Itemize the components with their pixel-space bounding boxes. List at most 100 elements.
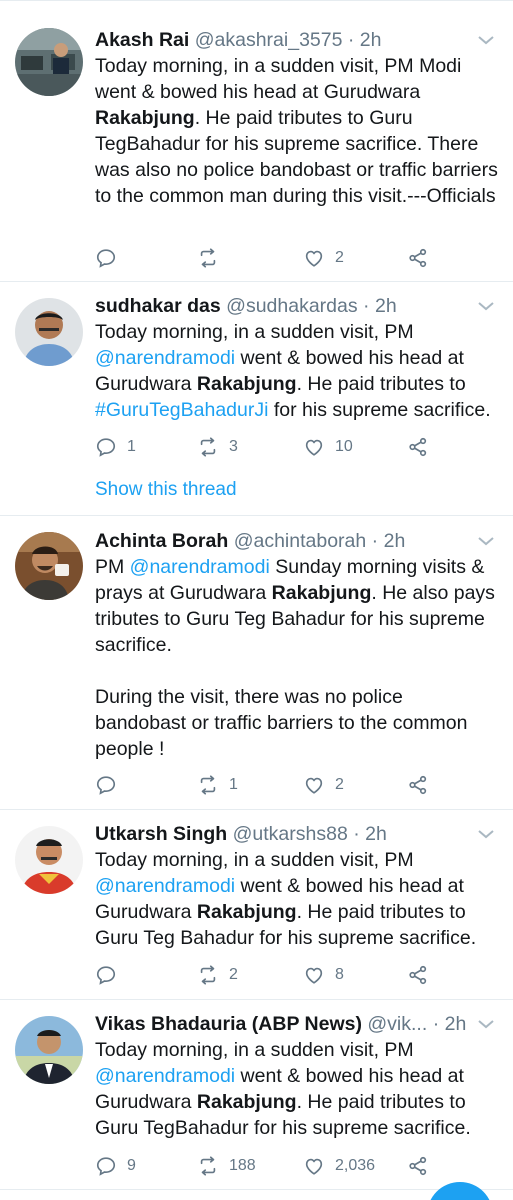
retweet-button[interactable]: [197, 246, 229, 270]
like-count: 2: [335, 249, 344, 266]
tweet-text: Today morning, in a sudden visit, PM @na…: [95, 847, 499, 951]
text-segment: Today morning, in a sudden visit, PM: [95, 321, 414, 343]
reply-icon: [96, 438, 116, 457]
author-name[interactable]: Utkarsh Singh: [95, 823, 227, 845]
show-thread-link[interactable]: Show this thread: [95, 478, 237, 502]
reply-button[interactable]: 9: [95, 1154, 136, 1178]
retweet-button[interactable]: 1: [197, 773, 238, 797]
reply-button[interactable]: [95, 963, 127, 987]
share-icon: [409, 1156, 427, 1176]
tweet-text: Today morning, in a sudden visit, PM @na…: [95, 1037, 499, 1141]
heart-icon: [305, 967, 323, 984]
author-name[interactable]: sudhakar das: [95, 295, 221, 317]
author-handle[interactable]: @akashrai_3575: [195, 29, 343, 51]
retweet-count: 1: [229, 776, 238, 793]
author-handle[interactable]: @achintaborah: [234, 530, 367, 552]
reply-icon: [96, 966, 116, 985]
tweet-actions: 1 3 10: [95, 435, 495, 459]
timestamp[interactable]: 2h: [375, 295, 397, 317]
timestamp[interactable]: 2h: [445, 1013, 467, 1035]
share-button[interactable]: [407, 435, 429, 459]
tweet-text: PM @narendramodi Sunday morning visits &…: [95, 554, 499, 762]
timestamp[interactable]: 2h: [384, 530, 406, 552]
chevron-down-icon[interactable]: [477, 300, 495, 312]
tweet-header: Akash Rai @akashrai_3575 · 2h: [95, 27, 473, 53]
tweet-text: Today morning, in a sudden visit, PM @na…: [95, 319, 499, 423]
author-handle[interactable]: @sudhakardas: [226, 295, 357, 317]
mention-link[interactable]: @narendramodi: [95, 347, 235, 369]
reply-button[interactable]: [95, 246, 127, 270]
author-name[interactable]: Achinta Borah: [95, 530, 228, 552]
heart-icon: [305, 439, 323, 456]
chevron-down-icon[interactable]: [477, 828, 495, 840]
tweet[interactable]: sudhakar das @sudhakardas · 2h Today mor…: [0, 282, 513, 516]
chevron-down-icon[interactable]: [477, 1018, 495, 1030]
reply-button[interactable]: [95, 773, 127, 797]
author-handle[interactable]: @vik...: [367, 1013, 427, 1035]
mention-link[interactable]: @narendramodi: [95, 1065, 235, 1087]
tweet[interactable]: Utkarsh Singh @utkarshs88 · 2h Today mor…: [0, 810, 513, 1000]
like-count: 10: [335, 438, 353, 455]
retweet-count: 188: [229, 1157, 256, 1174]
tweet-paragraph: Today morning, in a sudden visit, PM @na…: [95, 847, 499, 951]
author-name[interactable]: Akash Rai: [95, 29, 189, 51]
tweet-actions: 1 2: [95, 773, 495, 797]
avatar[interactable]: [15, 28, 83, 96]
share-icon: [409, 965, 427, 985]
tweet[interactable]: Achinta Borah @achintaborah · 2h PM @nar…: [0, 516, 513, 810]
chevron-down-icon[interactable]: [477, 34, 495, 46]
tweet-header: Vikas Bhadauria (ABP News) @vik... · 2h: [95, 1011, 473, 1037]
separator-dot: ·: [366, 530, 384, 552]
share-button[interactable]: [407, 963, 429, 987]
tweet-paragraph: Today morning, in a sudden visit, PM @na…: [95, 319, 499, 423]
tweet-paragraph: Today morning, in a sudden visit, PM Mod…: [95, 53, 499, 209]
text-segment: Today morning, in a sudden visit, PM: [95, 849, 414, 871]
tweet-paragraph: During the visit, there was no police ba…: [95, 684, 499, 762]
bold-keyword: Rakabjung: [95, 107, 195, 129]
like-button[interactable]: 10: [303, 435, 353, 459]
chevron-down-icon[interactable]: [477, 535, 495, 547]
avatar[interactable]: [15, 298, 83, 366]
bold-keyword: Rakabjung: [196, 373, 297, 395]
tweet[interactable]: Akash Rai @akashrai_3575 · 2h Today morn…: [0, 14, 513, 282]
reply-button[interactable]: 1: [95, 435, 136, 459]
avatar[interactable]: [15, 532, 83, 600]
reply-icon: [96, 776, 116, 795]
retweet-icon: [200, 1156, 216, 1176]
text-segment: During the visit, there was no police ba…: [95, 686, 468, 760]
separator-dot: ·: [342, 29, 360, 51]
like-button[interactable]: 2: [303, 773, 344, 797]
retweet-button[interactable]: 2: [197, 963, 238, 987]
tweet[interactable]: Vikas Bhadauria (ABP News) @vik... · 2h …: [0, 1000, 513, 1190]
like-button[interactable]: 8: [303, 963, 344, 987]
hashtag-link[interactable]: #GuruTegBahadurJi: [95, 399, 268, 421]
avatar[interactable]: [15, 1016, 83, 1084]
like-button[interactable]: 2: [303, 246, 344, 270]
retweet-icon: [200, 248, 216, 268]
share-button[interactable]: [407, 773, 429, 797]
reply-icon: [96, 249, 116, 268]
tweet-actions: 2: [95, 246, 495, 270]
bold-keyword: Rakabjung: [271, 582, 372, 604]
heart-icon: [305, 777, 323, 794]
like-button[interactable]: 2,036: [303, 1154, 375, 1178]
share-button[interactable]: [407, 246, 429, 270]
share-button[interactable]: [407, 1154, 429, 1178]
author-handle[interactable]: @utkarshs88: [233, 823, 348, 845]
tweet-paragraph: Today morning, in a sudden visit, PM @na…: [95, 1037, 499, 1141]
timestamp[interactable]: 2h: [360, 29, 382, 51]
timestamp[interactable]: 2h: [365, 823, 387, 845]
text-segment: Today morning, in a sudden visit, PM Mod…: [95, 55, 462, 103]
avatar[interactable]: [15, 826, 83, 894]
bold-keyword: Rakabjung: [196, 901, 297, 923]
bold-keyword: Rakabjung: [196, 1091, 297, 1113]
mention-link[interactable]: @narendramodi: [130, 556, 270, 578]
retweet-button[interactable]: 188: [197, 1154, 256, 1178]
separator-dot: ·: [357, 295, 375, 317]
retweet-button[interactable]: 3: [197, 435, 238, 459]
mention-link[interactable]: @narendramodi: [95, 875, 235, 897]
author-name[interactable]: Vikas Bhadauria (ABP News): [95, 1013, 362, 1035]
tweet-actions: 9 188 2,036: [95, 1154, 495, 1178]
top-divider: [0, 0, 513, 1]
retweet-icon: [200, 775, 216, 795]
